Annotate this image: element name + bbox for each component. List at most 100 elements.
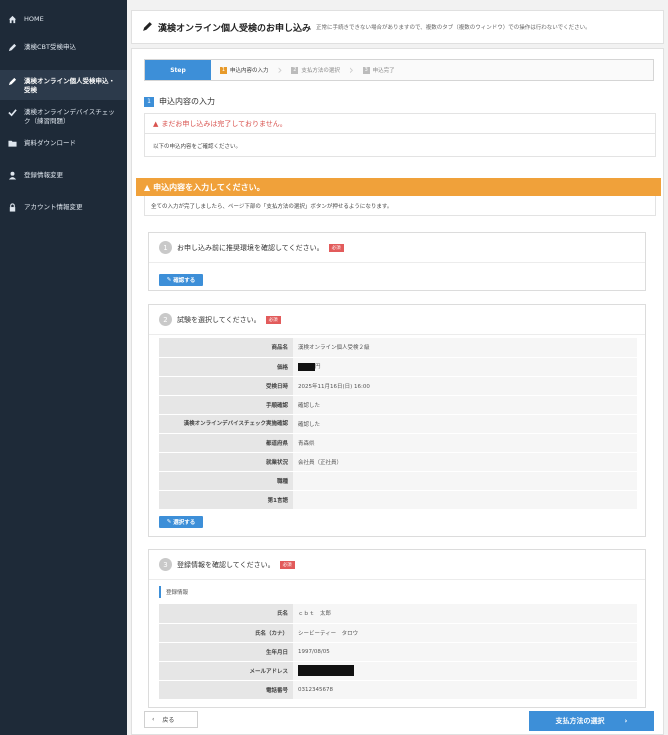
table-row: 就業状況 会社員（正社員） bbox=[159, 452, 637, 472]
exam-select-card: 2 試験を選択してください。 必須 商品名 漢検オンライン個人受検２級 価格 円 受… bbox=[148, 304, 646, 537]
row-value: シービーティー タロウ bbox=[293, 623, 637, 643]
row-value: 確認した bbox=[293, 414, 637, 434]
row-key: 電話番号 bbox=[159, 680, 293, 700]
step-1: 1 申込内容の入力 bbox=[211, 60, 278, 80]
home-icon bbox=[8, 15, 17, 24]
pencil-icon bbox=[8, 43, 17, 52]
row-value: ｃｂｔ 太郎 bbox=[293, 604, 637, 624]
sidebar-item-label: 漢検オンラインデバイスチェック（練習問題） bbox=[24, 108, 115, 125]
row-value bbox=[293, 471, 637, 491]
sidebar-item-profile-change[interactable]: 登録情報変更 bbox=[0, 171, 127, 180]
row-key: 第1言語 bbox=[159, 490, 293, 510]
section-heading: 1 申込内容の入力 bbox=[144, 96, 215, 107]
row-value bbox=[293, 490, 637, 510]
row-key: 受検日時 bbox=[159, 376, 293, 396]
row-key: 価格 bbox=[159, 357, 293, 377]
row-key: 生年月日 bbox=[159, 642, 293, 662]
pencil-icon bbox=[142, 21, 153, 34]
card-title: お申し込み前に推奨環境を確認してください。 bbox=[177, 243, 324, 252]
table-row: メールアドレス bbox=[159, 661, 637, 681]
required-badge: 必須 bbox=[328, 243, 344, 252]
card-title: 試験を選択してください。 bbox=[177, 315, 261, 324]
table-row: 都道府県 青森県 bbox=[159, 433, 637, 453]
row-key: メールアドレス bbox=[159, 661, 293, 681]
row-key: 都道府県 bbox=[159, 433, 293, 453]
sidebar-item-home[interactable]: HOME bbox=[0, 15, 127, 24]
payment-method-button[interactable]: 支払方法の選択 › bbox=[529, 711, 654, 731]
row-key: 就業状況 bbox=[159, 452, 293, 472]
step-number: 2 bbox=[291, 66, 299, 74]
button-label: 戻る bbox=[162, 717, 175, 724]
warning-text: 全ての入力が完了しましたら、ページ下部の「支払方法の選択」ボタンが押せるようにな… bbox=[144, 196, 656, 216]
table-row: 生年月日 1997/08/05 bbox=[159, 642, 637, 662]
step-text: 支払方法の選択 bbox=[301, 68, 340, 74]
row-value: 会社員（正社員） bbox=[293, 452, 637, 472]
button-label: 確認する bbox=[173, 278, 196, 284]
step-text: 申込完了 bbox=[372, 68, 395, 74]
incomplete-alert: ▲ まだお申し込みは完了しておりません。 以下の申込内容をご確認ください。 bbox=[144, 113, 656, 157]
page-header: 漢検オンライン個人受検のお申し込み 正常に手続きできない場合がありますので、複数… bbox=[131, 10, 664, 44]
main-area: 漢検オンライン個人受検のお申し込み 正常に手続きできない場合がありますので、複数… bbox=[127, 0, 668, 735]
exam-info-table: 商品名 漢検オンライン個人受検２級 価格 円 受検日時 2025年11月16日(日) … bbox=[159, 338, 637, 510]
card-header: 3 登録情報を確認してください。 必須 bbox=[149, 550, 645, 580]
sidebar-item-label: 登録情報変更 bbox=[24, 171, 63, 179]
alert-title: まだお申し込みは完了しておりません。 bbox=[161, 119, 287, 128]
step-3: 3 申込完了 bbox=[354, 60, 404, 80]
row-value: 円 bbox=[293, 357, 637, 377]
alert-text: 以下の申込内容をご確認ください。 bbox=[153, 144, 242, 150]
card-number: 2 bbox=[159, 313, 172, 326]
table-row: 手順確認 確認した bbox=[159, 395, 637, 415]
step-text: 申込内容の入力 bbox=[230, 68, 269, 74]
card-header: 2 試験を選択してください。 必須 bbox=[149, 305, 645, 335]
sidebar-item-label: 漢検CBT受検申込 bbox=[24, 43, 76, 51]
row-value: 2025年11月16日(日) 16:00 bbox=[293, 376, 637, 396]
table-row: 氏名 ｃｂｔ 太郎 bbox=[159, 604, 637, 624]
page-note: 正常に手続きできない場合がありますので、複数のタブ（複数のウィンドウ）での操作は… bbox=[316, 25, 591, 31]
registration-table: 氏名 ｃｂｔ 太郎 氏名（カナ） シービーティー タロウ 生年月日 1997/08/0… bbox=[159, 604, 637, 700]
pencil-icon bbox=[8, 77, 17, 86]
row-value: 漢検オンライン個人受検２級 bbox=[293, 338, 637, 358]
sidebar-item-label: HOME bbox=[24, 15, 44, 23]
row-value: 確認した bbox=[293, 395, 637, 415]
sidebar-item-label: 漢検オンライン個人受検申込・受検 bbox=[24, 77, 115, 94]
row-key: 氏名 bbox=[159, 604, 293, 624]
price-unit: 円 bbox=[315, 364, 321, 371]
warning-title: 申込内容を入力してください。 bbox=[153, 182, 265, 192]
step-number: 1 bbox=[220, 66, 227, 74]
table-row: 氏名（カナ） シービーティー タロウ bbox=[159, 623, 637, 643]
card-number: 1 bbox=[159, 241, 172, 254]
sidebar-item-account-change[interactable]: アカウント情報変更 bbox=[0, 203, 127, 212]
step-label: Step bbox=[145, 60, 211, 80]
required-badge: 必須 bbox=[279, 560, 295, 569]
button-label: 支払方法の選択 bbox=[555, 717, 605, 725]
table-row: 受検日時 2025年11月16日(日) 16:00 bbox=[159, 376, 637, 396]
pencil-icon: ✎ bbox=[166, 277, 172, 283]
sidebar-item-online-application[interactable]: 漢検オンライン個人受検申込・受検 bbox=[0, 70, 127, 100]
chevron-left-icon: ‹ bbox=[152, 716, 155, 723]
lock-icon bbox=[8, 203, 17, 212]
sidebar-item-downloads[interactable]: 資料ダウンロード bbox=[0, 139, 127, 148]
select-button[interactable]: ✎ 選択する bbox=[159, 516, 203, 528]
section-title: 申込内容の入力 bbox=[159, 97, 215, 106]
sidebar-item-cbt-application[interactable]: 漢検CBT受検申込 bbox=[0, 43, 127, 52]
user-icon bbox=[8, 171, 17, 180]
row-key: 職種 bbox=[159, 471, 293, 491]
page-title: 漢検オンライン個人受検のお申し込み bbox=[158, 23, 312, 34]
sidebar-item-device-check[interactable]: 漢検オンラインデバイスチェック（練習問題） bbox=[0, 108, 127, 126]
back-button[interactable]: ‹ 戻る bbox=[144, 711, 198, 728]
table-row: 電話番号 0312345678 bbox=[159, 680, 637, 700]
section-number: 1 bbox=[144, 96, 154, 107]
step-indicator: Step 1 申込内容の入力 › 2 支払方法の選択 › 3 申込完了 bbox=[144, 59, 654, 81]
row-value: 0312345678 bbox=[293, 680, 637, 700]
row-key: 商品名 bbox=[159, 338, 293, 358]
table-row: 漢検オンラインデバイスチェック実施確認 確認した bbox=[159, 414, 637, 434]
button-label: 選択する bbox=[173, 520, 196, 526]
input-warning-bar: ▲ 申込内容を入力してください。 bbox=[136, 178, 661, 196]
warning-icon: ▲ bbox=[144, 182, 151, 192]
step-2: 2 支払方法の選択 bbox=[282, 60, 349, 80]
confirm-button[interactable]: ✎ 確認する bbox=[159, 274, 203, 286]
registration-info-card: 3 登録情報を確認してください。 必須 登録情報 氏名 ｃｂｔ 太郎 氏名（カナ）… bbox=[148, 549, 646, 708]
table-row: 職種 bbox=[159, 471, 637, 491]
chevron-right-icon: › bbox=[624, 717, 628, 725]
row-value: 青森県 bbox=[293, 433, 637, 453]
